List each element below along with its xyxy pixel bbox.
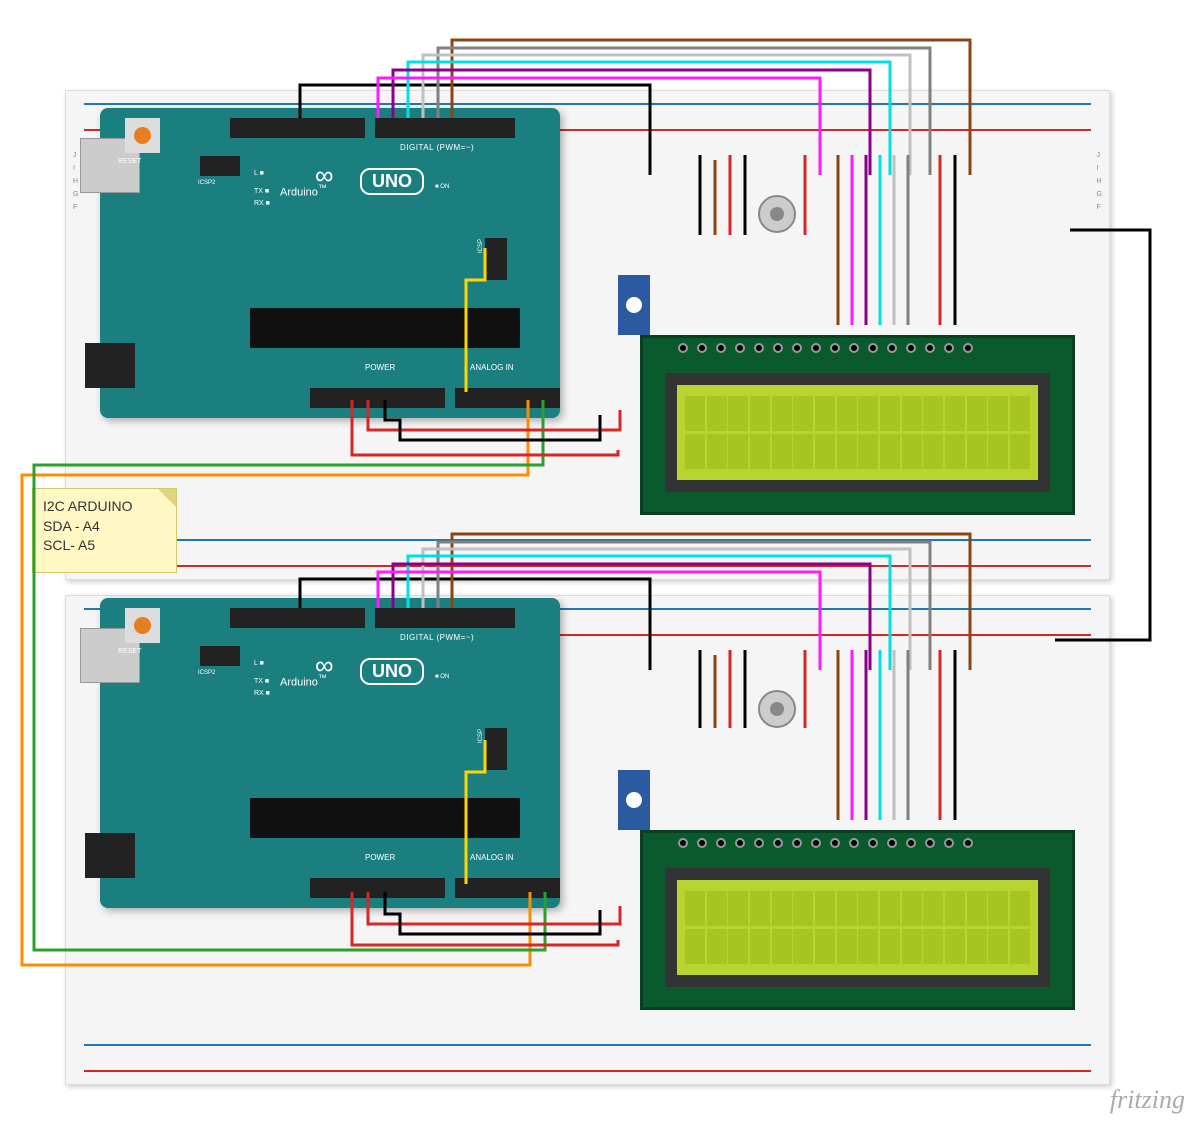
analog-pins-label: ANALOG IN xyxy=(470,853,514,862)
note-line2: SDA - A4 xyxy=(43,517,166,537)
led-tx: TX ■ xyxy=(254,678,269,685)
power-pins-label: POWER xyxy=(365,363,395,372)
icsp2-header xyxy=(200,646,240,666)
mcu-chip xyxy=(250,308,520,348)
uno-label: UNO xyxy=(360,658,424,685)
icsp2-label: ICSP2 xyxy=(198,670,215,676)
analog-pins-label: ANALOG IN xyxy=(470,363,514,372)
power-jack-icon xyxy=(85,833,135,878)
icsp-label: ICSP xyxy=(478,239,484,253)
lcd-bezel xyxy=(665,373,1050,492)
uno-label: UNO xyxy=(360,168,424,195)
watermark: fritzing xyxy=(1110,1085,1185,1115)
led-tx: TX ■ xyxy=(254,188,269,195)
header-digital-left xyxy=(230,608,365,628)
header-analog xyxy=(455,388,560,408)
reset-label: RESET xyxy=(118,648,141,655)
power-pins-label: POWER xyxy=(365,853,395,862)
digital-pins-label: DIGITAL (PWM=~) xyxy=(400,143,474,152)
lcd-screen xyxy=(677,880,1038,975)
led-rx: RX ■ xyxy=(254,690,270,697)
led-l: L ■ xyxy=(254,660,264,667)
header-power xyxy=(310,388,445,408)
on-led: ■ ON xyxy=(435,674,449,680)
lcd-screen xyxy=(677,385,1038,480)
on-led: ■ ON xyxy=(435,184,449,190)
header-digital-left xyxy=(230,118,365,138)
trimpot-top xyxy=(618,275,650,335)
rotary-pot-top xyxy=(758,195,796,233)
trimpot-bottom xyxy=(618,770,650,830)
led-l: L ■ xyxy=(254,170,264,177)
power-jack-icon xyxy=(85,343,135,388)
arduino-brand: Arduino™ xyxy=(280,183,327,199)
circuit-diagram: JIHGF JIHGF RESET ICSP2 ICSP xyxy=(0,0,1200,1123)
lcd-bezel xyxy=(665,868,1050,987)
arduino-brand: Arduino™ xyxy=(280,673,327,689)
header-power xyxy=(310,878,445,898)
arduino-bottom: RESET ICSP2 ICSP L ■ TX ■ RX ■ ■ ON ∞ UN… xyxy=(100,598,560,908)
icsp2-label: ICSP2 xyxy=(198,180,215,186)
reset-button xyxy=(125,608,160,643)
rotary-pot-bottom xyxy=(758,690,796,728)
lcd-bottom xyxy=(640,830,1075,1010)
note-line3: SCL- A5 xyxy=(43,536,166,556)
icsp-header xyxy=(485,728,507,770)
reset-button xyxy=(125,118,160,153)
note-line1: I2C ARDUINO xyxy=(43,497,166,517)
icsp-label: ICSP xyxy=(478,729,484,743)
header-digital-right xyxy=(375,608,515,628)
icsp-header xyxy=(485,238,507,280)
digital-pins-label: DIGITAL (PWM=~) xyxy=(400,633,474,642)
icsp2-header xyxy=(200,156,240,176)
arduino-top: RESET ICSP2 ICSP L ■ TX ■ RX ■ ■ ON ∞ UN… xyxy=(100,108,560,418)
header-analog xyxy=(455,878,560,898)
reset-label: RESET xyxy=(118,158,141,165)
lcd-top xyxy=(640,335,1075,515)
mcu-chip xyxy=(250,798,520,838)
lcd-pins xyxy=(678,343,973,353)
led-rx: RX ■ xyxy=(254,200,270,207)
i2c-note: I2C ARDUINO SDA - A4 SCL- A5 xyxy=(32,488,177,573)
lcd-pins xyxy=(678,838,973,848)
header-digital-right xyxy=(375,118,515,138)
